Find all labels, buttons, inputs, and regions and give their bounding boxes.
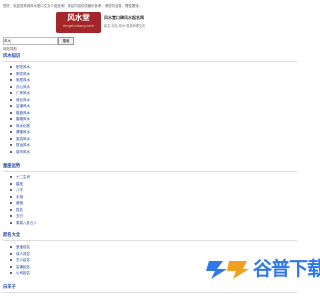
section-title-aries[interactable]: 白羊子 <box>3 285 16 291</box>
logo-title: 风水堂口碑风水起名网 <box>104 15 144 20</box>
section-list-fengshui: 阳宅风水 阴宅风水 家居风水 办公风水 厂房风水 商业风水 店铺风水 楼盘风水 … <box>10 64 30 155</box>
logo-domain: fengshuitang.com <box>63 24 94 28</box>
search-input[interactable] <box>3 37 58 45</box>
section-list-naming: 宝宝起名 成人改名 艺人起名 店铺起名 公司起名 <box>10 244 30 277</box>
section-title-horoscope[interactable]: 星座运势 <box>3 164 20 170</box>
watermark: 谷普下载 <box>203 258 320 280</box>
section-divider <box>3 292 297 293</box>
logo-badge: 风水堂 fengshuitang.com <box>56 12 101 33</box>
section-list-horoscope: 十二生肖 星座 八字 手相 面相 姓名 五行 周易八卦占卜 <box>10 174 37 226</box>
section-title-fengshui[interactable]: 风水知识 <box>3 54 20 60</box>
section-divider <box>3 61 297 62</box>
watermark-logo-icon <box>206 261 249 279</box>
list-item[interactable]: 城市风水 <box>10 149 30 156</box>
logo-subtitle: 起名·测名·风水·周易命理文化 <box>104 24 146 28</box>
welcome-notice: 您好，欢迎您来到风水堂口文文介绍查询！本站内容仅供娱乐参考，请您勿当真，理性看待… <box>3 4 143 8</box>
search-button[interactable]: 搜索 <box>58 37 74 45</box>
list-item[interactable]: 公司起名 <box>10 270 30 277</box>
site-nav-label: 网站导航 <box>3 47 17 51</box>
site-logo[interactable]: 风水堂 fengshuitang.com 风水堂口碑风水起名网 起名·测名·风水… <box>56 12 170 33</box>
watermark-text: 谷普下载 <box>253 258 320 280</box>
list-item[interactable]: 周易八卦占卜 <box>10 220 37 227</box>
section-divider <box>3 240 297 241</box>
section-divider <box>3 171 297 172</box>
logo-name: 风水堂 <box>67 13 90 22</box>
section-title-naming[interactable]: 起名大全 <box>3 233 20 239</box>
